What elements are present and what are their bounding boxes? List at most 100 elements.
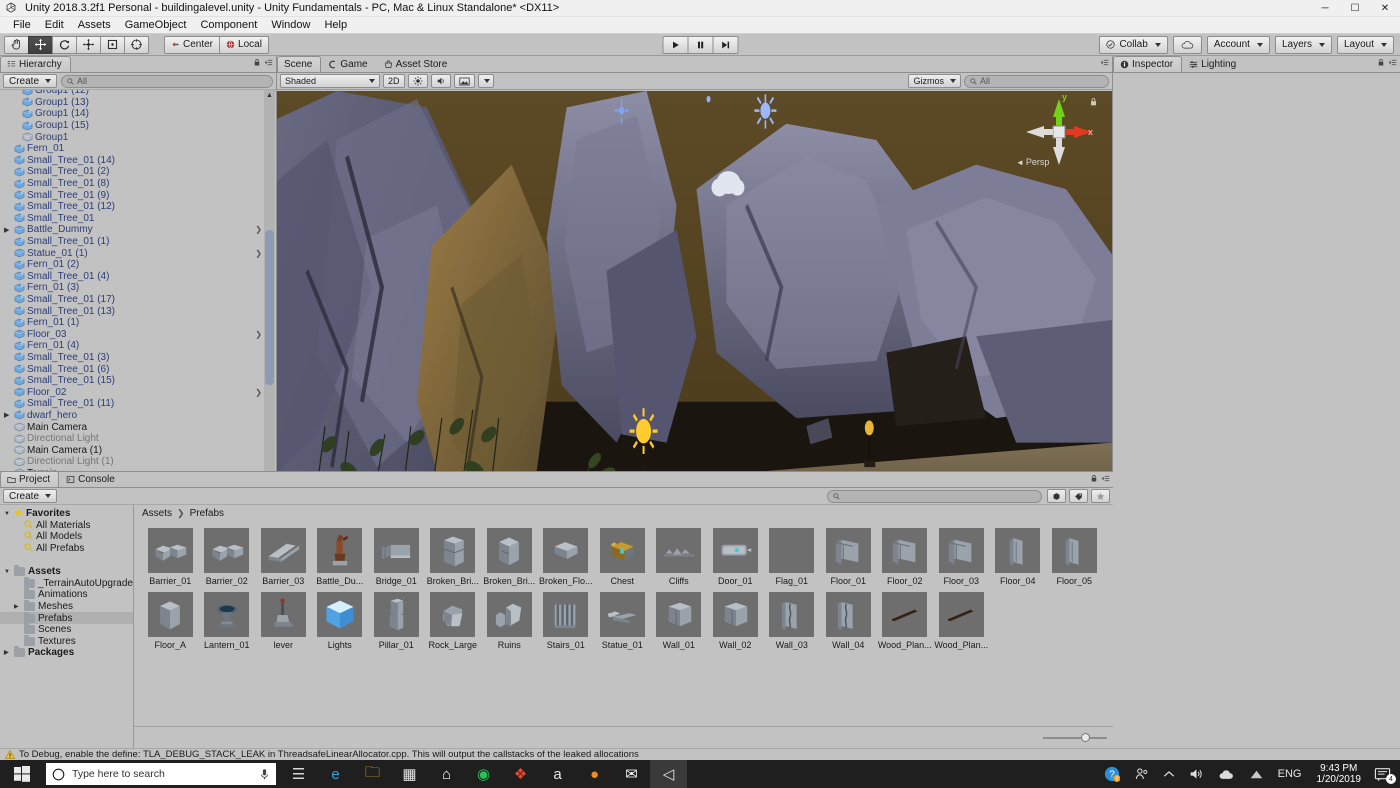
hierarchy-item[interactable]: ▶ dwarf_hero <box>0 410 276 422</box>
hierarchy-item[interactable]: Fern_01 <box>0 143 276 155</box>
asset-item[interactable]: Statue_01 <box>594 592 651 650</box>
asset-item[interactable]: Barrier_03 <box>255 528 312 586</box>
mail-icon[interactable]: ✉ <box>613 760 650 788</box>
file-explorer-icon[interactable]: 🗀 <box>354 760 391 788</box>
filter-by-type-button[interactable] <box>1047 489 1066 503</box>
asset-item[interactable]: Wall_03 <box>764 592 821 650</box>
layout-button[interactable]: Layout <box>1336 35 1394 54</box>
hierarchy-item[interactable]: Floor_02 ❯ <box>0 386 276 398</box>
favorite-button[interactable] <box>1091 489 1110 503</box>
hierarchy-item[interactable]: Main Camera (1) <box>0 444 276 456</box>
asset-grid[interactable]: Barrier_01 Barrier_02 Barrier_03 Battle_Du.… <box>134 522 1113 726</box>
home-icon[interactable]: ⌂ <box>428 760 465 788</box>
minimize-button[interactable]: ─ <box>1310 0 1340 17</box>
panel-menu-icon[interactable] <box>1100 58 1109 67</box>
move-tool-button[interactable] <box>28 35 53 54</box>
hierarchy-item[interactable]: Fern_01 (2) <box>0 259 276 271</box>
scale-tool-button[interactable] <box>76 35 101 54</box>
scene-audio-toggle[interactable] <box>430 74 451 88</box>
asset-item[interactable]: Wall_04 <box>820 592 877 650</box>
edge-icon[interactable]: e <box>317 760 354 788</box>
hierarchy-item[interactable]: Group1 (14) <box>0 108 276 120</box>
hierarchy-item[interactable]: Small_Tree_01 (17) <box>0 294 276 306</box>
people-icon[interactable] <box>1127 760 1156 788</box>
project-tree-item[interactable]: All Materials <box>0 520 133 532</box>
pause-button[interactable] <box>687 35 714 54</box>
pivot-mode-button[interactable]: Center <box>164 35 221 54</box>
microsoft-store-icon[interactable]: ▦ <box>391 760 428 788</box>
account-button[interactable]: Account <box>1206 35 1270 54</box>
hierarchy-item[interactable]: Small_Tree_01 (14) <box>0 155 276 167</box>
hierarchy-item[interactable]: Group1 (13) <box>0 97 276 109</box>
firefox-icon[interactable]: ● <box>576 760 613 788</box>
hierarchy-item[interactable]: Group1 <box>0 131 276 143</box>
project-tree-item[interactable]: All Models <box>0 531 133 543</box>
hierarchy-item[interactable]: Small_Tree_01 (8) <box>0 178 276 190</box>
project-create-button[interactable]: Create <box>3 489 58 503</box>
hierarchy-item[interactable]: Small_Tree_01 (3) <box>0 352 276 364</box>
project-tree-item[interactable]: ▼ ★ Favorites <box>0 508 133 520</box>
asset-item[interactable]: Bridge_01 <box>368 528 425 586</box>
hierarchy-item[interactable]: Small_Tree_01 (11) <box>0 398 276 410</box>
cloud-services-button[interactable] <box>1172 35 1202 54</box>
project-tree-item[interactable]: All Prefabs <box>0 543 133 555</box>
panel-menu-icon[interactable] <box>1388 58 1397 67</box>
asset-item[interactable]: Barrier_01 <box>142 528 199 586</box>
unity-taskbar-icon[interactable]: ◁ <box>650 760 687 788</box>
asset-item[interactable]: Broken_Bri... <box>425 528 482 586</box>
scene-effects-toggle[interactable] <box>453 74 475 88</box>
hierarchy-item[interactable]: Small_Tree_01 (9) <box>0 189 276 201</box>
chevron-right-icon[interactable]: ▶ <box>4 649 11 656</box>
asset-item[interactable]: Floor_A <box>142 592 199 650</box>
taskbar-clock[interactable]: 9:43 PM 1/20/2019 <box>1309 763 1370 785</box>
hierarchy-create-button[interactable]: Create <box>3 74 58 88</box>
asset-item[interactable]: Lantern_01 <box>199 592 256 650</box>
play-button[interactable] <box>662 35 689 54</box>
hierarchy-item[interactable]: Small_Tree_01 (4) <box>0 271 276 283</box>
app-green-icon[interactable]: ◉ <box>465 760 502 788</box>
asset-item[interactable]: Broken_Bri... <box>481 528 538 586</box>
notification-center-button[interactable]: 4 <box>1369 760 1400 788</box>
menu-help[interactable]: Help <box>317 18 354 32</box>
tab-project[interactable]: Project <box>0 471 60 487</box>
asset-item[interactable]: Cliffs <box>651 528 708 586</box>
network-icon[interactable] <box>1242 760 1271 788</box>
status-bar[interactable]: To Debug, enable the define: TLA_DEBUG_S… <box>0 748 1400 760</box>
asset-item[interactable]: Pillar_01 <box>368 592 425 650</box>
hierarchy-item[interactable]: Group1 (12) <box>0 90 276 97</box>
scroll-up-arrow[interactable]: ▲ <box>264 90 275 101</box>
project-tree-item[interactable]: _TerrainAutoUpgrade <box>0 576 133 590</box>
space-mode-button[interactable]: Local <box>219 35 269 54</box>
asset-item[interactable]: Stairs_01 <box>538 592 595 650</box>
panel-menu-icon[interactable] <box>1101 474 1110 483</box>
asset-item[interactable]: Wall_02 <box>707 592 764 650</box>
asset-item[interactable]: lever <box>255 592 312 650</box>
tab-game[interactable]: Game <box>321 56 376 72</box>
asset-item[interactable]: Chest <box>594 528 651 586</box>
scene-effects-dropdown[interactable] <box>477 74 494 88</box>
rect-tool-button[interactable] <box>100 35 125 54</box>
asset-item[interactable]: Floor_01 <box>820 528 877 586</box>
project-tree-item[interactable]: ▼ Assets <box>0 565 133 578</box>
project-search-input[interactable] <box>827 489 1042 503</box>
volume-icon[interactable] <box>1182 760 1211 788</box>
asset-item[interactable]: Floor_05 <box>1046 528 1103 586</box>
thumbnail-size-slider[interactable] <box>1043 732 1107 744</box>
tab-console[interactable]: Console <box>59 471 124 487</box>
menu-assets[interactable]: Assets <box>71 18 118 32</box>
project-folder-tree[interactable]: ▼ ★ Favorites All Materials All Models All Pr… <box>0 505 134 748</box>
chevron-right-icon[interactable]: ▶ <box>14 603 21 610</box>
tab-scene[interactable]: Scene <box>277 56 322 72</box>
asset-item[interactable]: Floor_02 <box>877 528 934 586</box>
gizmos-dropdown[interactable]: Gizmos <box>908 74 961 88</box>
scene-axis-gizmo[interactable]: y x ◄ Persp <box>1016 92 1098 171</box>
slider-knob[interactable] <box>1081 733 1090 742</box>
hierarchy-expand-arrow[interactable]: ▶ <box>4 411 12 419</box>
transform-tool-button[interactable] <box>124 35 149 54</box>
project-tree-item[interactable]: ▶ Packages <box>0 646 133 659</box>
asset-item[interactable]: Ruins <box>481 592 538 650</box>
draw-mode-dropdown[interactable]: Shaded <box>280 74 380 88</box>
hierarchy-item[interactable]: Fern_01 (1) <box>0 317 276 329</box>
scene-search-input[interactable]: All <box>964 74 1109 88</box>
asset-item[interactable]: Door_01 <box>707 528 764 586</box>
